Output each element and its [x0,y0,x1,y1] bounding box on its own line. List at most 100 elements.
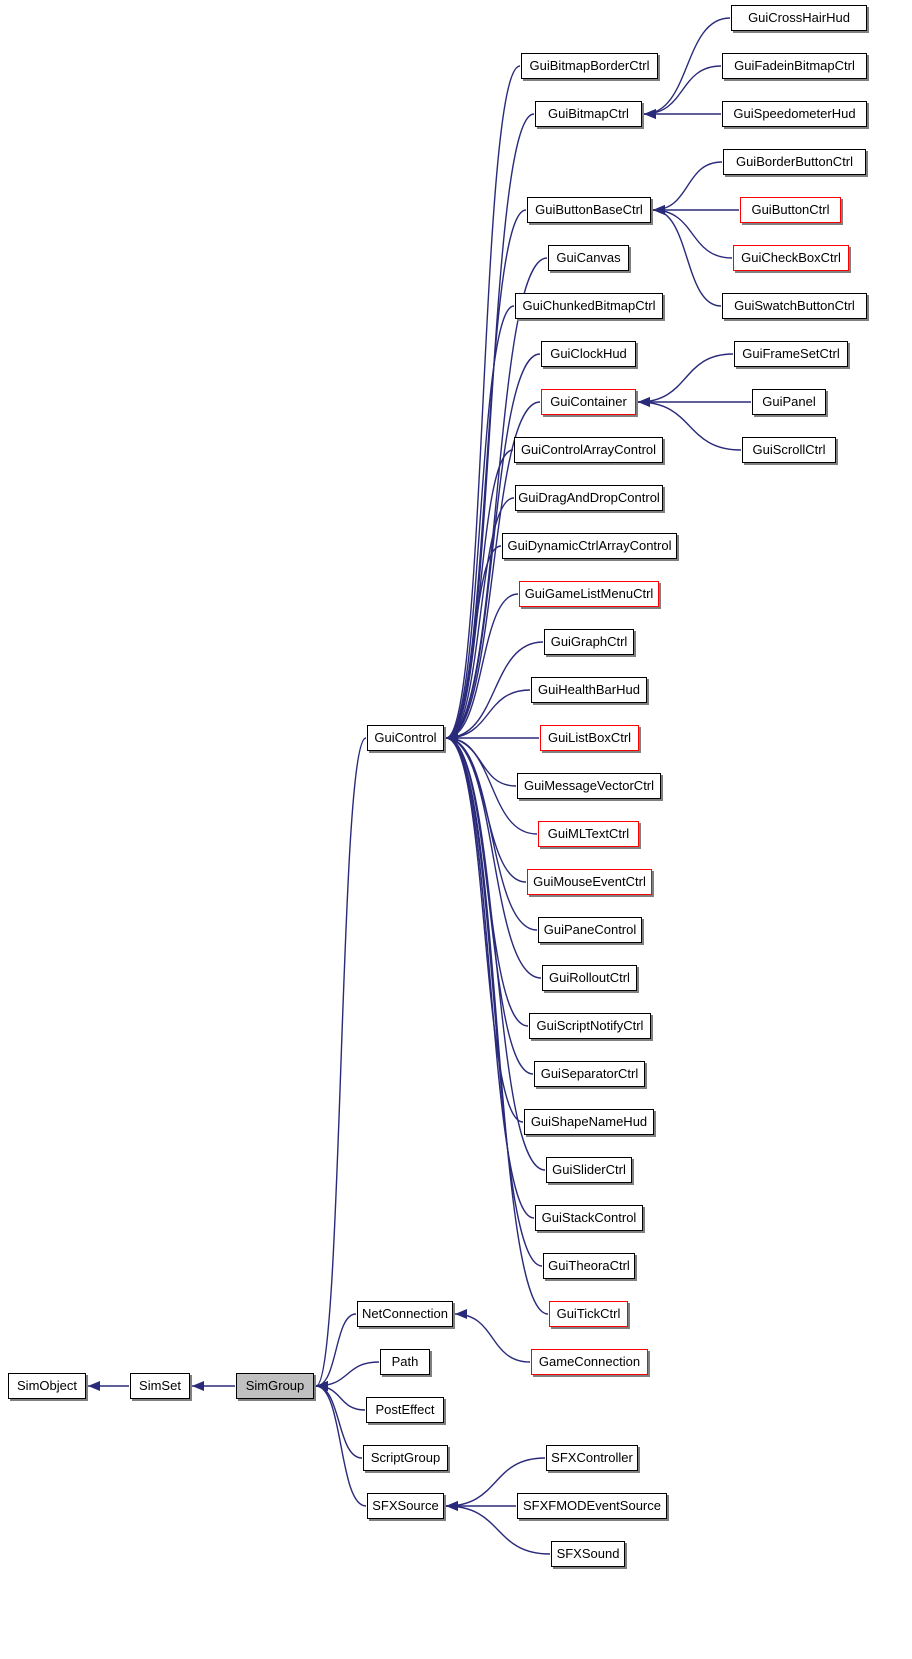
class-node[interactable]: SimGroup [236,1373,314,1399]
class-node-label: GuiCrossHairHud [748,10,850,25]
class-node[interactable]: GuiScrollCtrl [742,437,836,463]
class-node[interactable]: Path [380,1349,430,1375]
class-node[interactable]: GuiStackControl [535,1205,643,1231]
inheritance-edge [652,161,723,211]
class-node[interactable]: GuiSeparatorCtrl [534,1061,645,1087]
class-node-label: GuiMouseEventCtrl [533,874,646,889]
inheritance-edge [315,1385,367,1507]
class-node-label: SFXFMODEventSource [523,1498,661,1513]
class-node[interactable]: SFXSound [551,1541,625,1567]
class-node-label: SimGroup [245,1378,305,1393]
class-node[interactable]: GuiTickCtrl [549,1301,628,1327]
class-node[interactable]: GuiPaneControl [538,917,642,943]
inheritance-edge [652,209,733,259]
class-node-label: GuiDynamicCtrlArrayControl [507,538,672,553]
class-node-label: GuiTickCtrl [556,1306,621,1321]
class-node-label: GuiFadeinBitmapCtrl [734,58,855,73]
class-node[interactable]: GuiSwatchButtonCtrl [722,293,867,319]
class-node[interactable]: SFXFMODEventSource [517,1493,667,1519]
class-node[interactable]: GuiMouseEventCtrl [527,869,652,895]
inheritance-arrowhead [455,1309,467,1319]
class-node[interactable]: GuiHealthBarHud [531,677,647,703]
class-node[interactable]: NetConnection [357,1301,453,1327]
class-node-label: GuiControl [374,730,437,745]
class-node-label: GuiFrameSetCtrl [742,346,840,361]
class-node[interactable]: GuiSliderCtrl [546,1157,632,1183]
class-node-label: GuiTheoraCtrl [548,1258,630,1273]
class-node[interactable]: GuiMessageVectorCtrl [517,773,661,799]
class-node[interactable]: GuiCrossHairHud [731,5,867,31]
class-node-label: GuiButtonBaseCtrl [535,202,643,217]
class-node-label: SFXController [551,1450,633,1465]
inheritance-arrowhead [446,1501,458,1511]
class-node-label: GuiSwatchButtonCtrl [734,298,855,313]
inheritance-arrowhead [638,397,650,407]
inheritance-edge [445,209,527,739]
class-node[interactable]: GuiFrameSetCtrl [734,341,848,367]
class-node[interactable]: GuiListBoxCtrl [540,725,639,751]
class-node[interactable]: GuiPanel [752,389,826,415]
class-node[interactable]: GuiBitmapBorderCtrl [521,53,658,79]
class-node-label: GuiBorderButtonCtrl [735,154,854,169]
class-node[interactable]: SFXSource [367,1493,444,1519]
inheritance-edge [445,737,524,1123]
inheritance-edge [315,737,367,1387]
class-node[interactable]: SimObject [8,1373,86,1399]
class-node-label: GuiButtonCtrl [751,202,830,217]
class-node[interactable]: PostEffect [366,1397,444,1423]
inheritance-edge [454,1313,531,1363]
inheritance-edge [445,737,546,1171]
inheritance-arrowhead [192,1381,204,1391]
class-node[interactable]: GuiCheckBoxCtrl [733,245,849,271]
class-node[interactable]: GuiSpeedometerHud [722,101,867,127]
class-node[interactable]: GuiClockHud [541,341,636,367]
class-node[interactable]: GuiTheoraCtrl [543,1253,635,1279]
class-node[interactable]: GuiRolloutCtrl [542,965,637,991]
class-node-label: GuiGameListMenuCtrl [524,586,654,601]
inheritance-edge [445,737,535,1219]
class-node-label: GuiChunkedBitmapCtrl [522,298,656,313]
class-node-label: SimSet [139,1378,181,1393]
class-node[interactable]: GuiMLTextCtrl [538,821,639,847]
class-node[interactable]: GuiButtonCtrl [740,197,841,223]
inheritance-arrowhead [653,205,665,215]
class-node[interactable]: GuiGraphCtrl [544,629,634,655]
class-node-label: NetConnection [362,1306,448,1321]
class-node-label: GuiSliderCtrl [552,1162,626,1177]
class-node-label: GuiClockHud [550,346,627,361]
class-node[interactable]: GuiBitmapCtrl [535,101,642,127]
class-node[interactable]: GameConnection [531,1349,648,1375]
inheritance-arrowhead [88,1381,100,1391]
class-node-label: GuiMessageVectorCtrl [523,778,655,793]
class-node-label: GuiBitmapBorderCtrl [529,58,650,73]
class-node[interactable]: SFXController [546,1445,638,1471]
class-node-label: SimObject [17,1378,77,1393]
class-node[interactable]: SimSet [130,1373,190,1399]
class-node[interactable]: GuiButtonBaseCtrl [527,197,651,223]
class-node[interactable]: GuiChunkedBitmapCtrl [515,293,663,319]
class-node-label: GuiBitmapCtrl [548,106,629,121]
class-node-label: SFXSound [556,1546,620,1561]
class-node-label: GuiGraphCtrl [550,634,628,649]
class-node[interactable]: GuiContainer [541,389,636,415]
class-node[interactable]: GuiDragAndDropControl [515,485,663,511]
class-node[interactable]: GuiBorderButtonCtrl [723,149,866,175]
class-node[interactable]: GuiControlArrayControl [514,437,663,463]
class-node[interactable]: GuiCanvas [548,245,629,271]
class-node[interactable]: GuiFadeinBitmapCtrl [722,53,867,79]
class-node-label: GuiMLTextCtrl [547,826,630,841]
inheritance-edge [652,209,722,307]
class-node[interactable]: GuiGameListMenuCtrl [519,581,659,607]
class-node[interactable]: GuiDynamicCtrlArrayControl [502,533,677,559]
inheritance-arrowhead [644,109,656,119]
class-node-label: SFXSource [372,1498,439,1513]
class-node-label: GuiCanvas [556,250,621,265]
class-node-label: Path [391,1354,419,1369]
class-node[interactable]: ScriptGroup [363,1445,448,1471]
class-node[interactable]: GuiScriptNotifyCtrl [529,1013,651,1039]
class-node-label: GuiListBoxCtrl [547,730,632,745]
class-node-label: GuiControlArrayControl [520,442,657,457]
class-node[interactable]: GuiShapeNameHud [524,1109,654,1135]
class-node-label: GameConnection [538,1354,641,1369]
class-node[interactable]: GuiControl [367,725,444,751]
